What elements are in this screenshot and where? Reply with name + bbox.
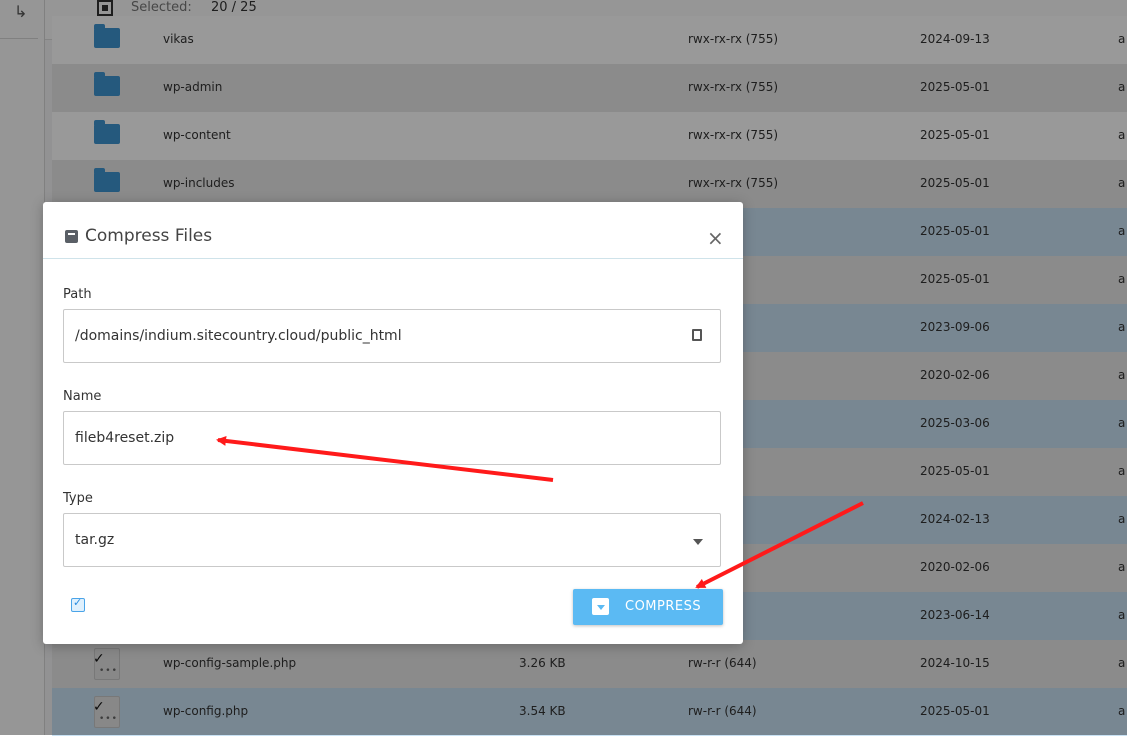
path-value: /domains/indium.sitecountry.cloud/public… — [75, 328, 402, 344]
close-icon[interactable]: × — [707, 226, 724, 250]
dialog-header: Compress Files × — [43, 202, 743, 259]
path-label: Path — [63, 287, 92, 302]
name-value: fileb4reset.zip — [75, 430, 175, 446]
dialog-title: Compress Files — [85, 226, 213, 246]
path-field[interactable]: /domains/indium.sitecountry.cloud/public… — [63, 309, 721, 363]
archive-icon — [65, 230, 78, 243]
option-checkbox[interactable] — [71, 596, 85, 612]
browse-folder-icon[interactable] — [692, 329, 702, 341]
compress-button-label: COMPRESS — [625, 599, 702, 614]
name-field[interactable]: fileb4reset.zip — [63, 411, 721, 465]
name-label: Name — [63, 389, 102, 404]
archive-download-icon — [592, 598, 609, 615]
type-value: tar.gz — [75, 532, 115, 548]
chevron-down-icon[interactable] — [693, 539, 703, 545]
compress-files-dialog: Compress Files × Path /domains/indium.si… — [43, 202, 743, 644]
type-label: Type — [63, 491, 93, 506]
type-select[interactable]: tar.gz — [63, 513, 721, 567]
compress-button[interactable]: COMPRESS — [573, 589, 723, 625]
